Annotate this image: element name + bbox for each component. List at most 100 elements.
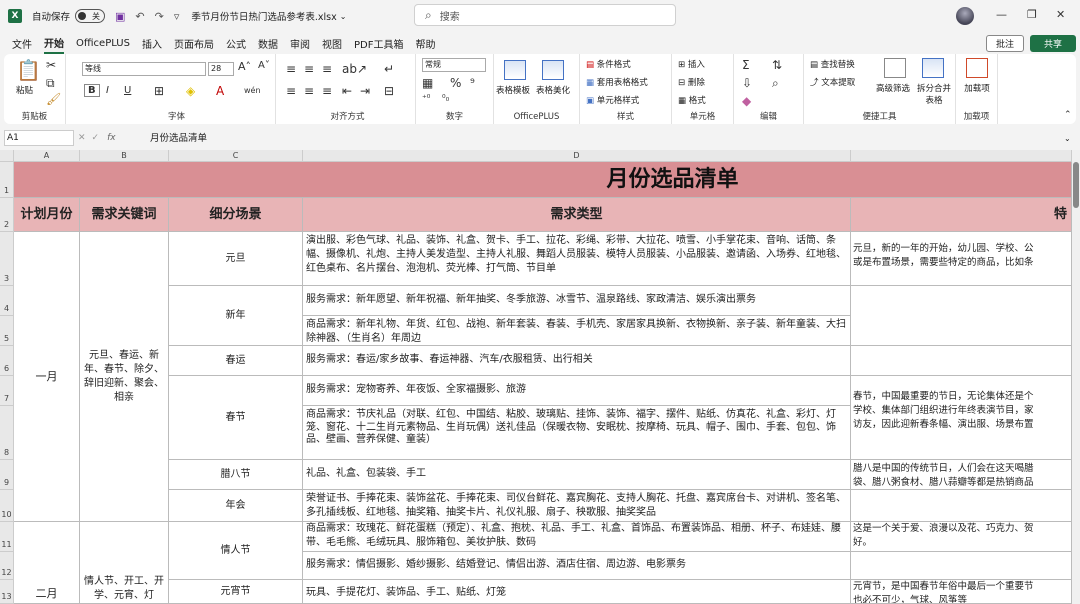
currency-icon[interactable]: ▦ [422, 76, 433, 90]
header-keywords[interactable]: 需求关键词 [80, 198, 169, 232]
column-header-b[interactable]: B [80, 150, 169, 162]
row-header-11[interactable]: 11 [0, 522, 14, 552]
cell-keywords-jan[interactable]: 元旦、春运、新年、春节、除夕、辞旧迎新、聚会、相亲 [80, 232, 169, 522]
restore-icon[interactable]: ❐ [1027, 8, 1037, 21]
increase-indent-icon[interactable]: ⇥ [360, 84, 370, 98]
advanced-filter-icon[interactable] [884, 58, 906, 78]
avatar[interactable] [956, 7, 974, 25]
percent-icon[interactable]: % [450, 76, 461, 90]
copy-icon[interactable]: ⧉ [46, 76, 55, 91]
clear-icon[interactable]: ◆ [742, 94, 751, 108]
cell-demand-yuandan[interactable]: 演出服、彩色气球、礼品、装饰、礼盒、贺卡、手工、拉花、彩绳、彩带、大拉花、喷雪、… [303, 232, 851, 286]
fill-icon[interactable]: ⇩ [742, 76, 752, 90]
cell-feature-xinnian[interactable] [851, 286, 1072, 346]
table-beautify-label[interactable]: 表格美化 [536, 84, 570, 96]
italic-button[interactable]: I [106, 85, 109, 96]
cell-demand-chunjie-goods[interactable]: 商品需求：节庆礼品（对联、红包、中国结、粘胶、玻璃贴、挂饰、装饰、福字、摆件、贴… [303, 406, 851, 460]
menu-help[interactable]: 帮助 [415, 34, 435, 53]
table-template-label[interactable]: 表格模板 [496, 84, 530, 96]
row-header-2[interactable]: 2 [0, 198, 14, 232]
find-replace-button[interactable]: ▤ 查找替换 [810, 58, 855, 70]
font-size-select[interactable]: 28 [208, 62, 234, 76]
header-feature[interactable]: 特 [851, 198, 1072, 232]
comma-icon[interactable]: ⁹ [470, 76, 475, 90]
conditional-format-button[interactable]: ▤ 条件格式 [586, 58, 631, 70]
row-header-1[interactable]: 1 [0, 162, 14, 198]
paste-label[interactable]: 粘贴 [16, 84, 33, 96]
select-all-corner[interactable] [0, 150, 14, 162]
cell-feature-qingren[interactable]: 这是一个关于爱、浪漫以及花、巧克力、贺 好。 [851, 522, 1072, 552]
menu-home[interactable]: 开始 [44, 33, 64, 54]
column-header-a[interactable]: A [14, 150, 80, 162]
table-beautify-icon[interactable] [542, 60, 564, 80]
expand-formula-icon[interactable]: ⌄ [1064, 134, 1071, 143]
minimize-icon[interactable]: — [996, 8, 1007, 21]
menu-officeplus[interactable]: OfficePLUS [76, 36, 130, 51]
delete-cells-button[interactable]: ⊟ 删除 [678, 76, 705, 88]
row-header-8[interactable]: 8 [0, 406, 14, 460]
formula-input[interactable]: 月份选品清单 [150, 130, 207, 144]
file-name[interactable]: 季节月份节日热门选品参考表.xlsx [191, 9, 336, 23]
redo-icon[interactable]: ↷ [155, 10, 164, 23]
align-top-icon[interactable]: ≡ [286, 62, 296, 76]
menu-file[interactable]: 文件 [12, 34, 32, 53]
bold-button[interactable]: B [84, 84, 100, 97]
paste-icon[interactable]: 📋 [16, 58, 41, 82]
align-right-icon[interactable]: ≡ [322, 84, 332, 98]
row-header-12[interactable]: 12 [0, 552, 14, 580]
cell-feature-chunjie[interactable]: 春节，中国最重要的节日，无论集体还是个 学校、集体部门组织进行年终表演节目，家 访友… [851, 376, 1072, 460]
chevron-down-icon[interactable]: ⌄ [340, 12, 347, 21]
cell-scene-xinnian[interactable]: 新年 [169, 286, 303, 346]
cell-demand-laba[interactable]: 礼品、礼盒、包装袋、手工 [303, 460, 851, 490]
number-format-select[interactable]: 常规 [422, 58, 486, 72]
search-input[interactable]: ⌕ 搜索 [414, 4, 676, 26]
menu-formulas[interactable]: 公式 [226, 34, 246, 53]
row-header-5[interactable]: 5 [0, 316, 14, 346]
insert-function-icon[interactable]: fx [107, 133, 116, 143]
table-template-icon[interactable] [504, 60, 526, 80]
cell-demand-nianhui[interactable]: 荣誉证书、手捧花束、装饰盆花、手捧花束、司仪台鲜花、嘉宾胸花、支持人胸花、托盘、… [303, 490, 851, 522]
notes-button[interactable]: 批注 [986, 35, 1024, 52]
cell-feature-nianhui[interactable] [851, 490, 1072, 522]
insert-cells-button[interactable]: ⊞ 插入 [678, 58, 705, 70]
align-center-icon[interactable]: ≡ [304, 84, 314, 98]
menu-view[interactable]: 视图 [322, 34, 342, 53]
header-plan-month[interactable]: 计划月份 [14, 198, 80, 232]
decrease-indent-icon[interactable]: ⇤ [342, 84, 352, 98]
menu-review[interactable]: 审阅 [290, 34, 310, 53]
cell-feature-qingren-2[interactable] [851, 552, 1072, 580]
vertical-scrollbar[interactable] [1072, 150, 1080, 604]
wrap-text-icon[interactable]: ↵ [384, 62, 394, 76]
cell-keywords-feb[interactable]: 情人节、开工、开学、元宵、灯 [80, 522, 169, 604]
cell-demand-xinnian-goods[interactable]: 商品需求：新年礼物、年货、红包、战袍、新年套装、春装、手机壳、家居家具换新、衣物… [303, 316, 851, 346]
menu-insert[interactable]: 插入 [142, 34, 162, 53]
fill-color-icon[interactable]: ◈ [186, 84, 195, 98]
cell-month-jan[interactable]: 一月 [14, 232, 80, 522]
align-left-icon[interactable]: ≡ [286, 84, 296, 98]
scrollbar-thumb[interactable] [1073, 162, 1079, 208]
share-button[interactable]: 共享 [1030, 35, 1076, 52]
addins-icon[interactable] [966, 58, 988, 78]
align-bottom-icon[interactable]: ≡ [322, 62, 332, 76]
close-icon[interactable]: ✕ [1056, 8, 1065, 21]
row-header-9[interactable]: 9 [0, 460, 14, 490]
header-demand-type[interactable]: 需求类型 [303, 198, 851, 232]
cell-feature-chunyun[interactable] [851, 346, 1072, 376]
grow-font-icon[interactable]: A˄ [238, 60, 251, 73]
cell-demand-yuanxiao[interactable]: 玩具、手提花灯、装饰品、手工、贴纸、灯笼 [303, 580, 851, 604]
row-header-3[interactable]: 3 [0, 232, 14, 286]
format-cells-button[interactable]: ▦ 格式 [678, 94, 706, 106]
row-header-10[interactable]: 10 [0, 490, 14, 522]
autosave-toggle[interactable]: 关 [75, 9, 106, 23]
cell-demand-qingren-service[interactable]: 服务需求：情侣摄影、婚纱摄影、结婚登记、情侣出游、酒店住宿、周边游、电影票务 [303, 552, 851, 580]
cell-feature-yuanxiao[interactable]: 元宵节，是中国春节年俗中最后一个重要节 也必不可少，气球、风筝等 [851, 580, 1072, 604]
name-box[interactable]: A1 [4, 130, 74, 146]
row-header-4[interactable]: 4 [0, 286, 14, 316]
cell-scene-chunyun[interactable]: 春运 [169, 346, 303, 376]
worksheet-grid[interactable]: A B C D 1 2 3 4 5 6 7 8 9 10 11 12 13 月份… [0, 150, 1072, 604]
advanced-filter-label[interactable]: 高级筛选 [876, 82, 910, 94]
column-header-c[interactable]: C [169, 150, 303, 162]
merge-center-icon[interactable]: ⊟ [384, 84, 394, 98]
font-color-icon[interactable]: A [216, 84, 224, 98]
cell-scene-yuanxiao[interactable]: 元宵节 [169, 580, 303, 604]
